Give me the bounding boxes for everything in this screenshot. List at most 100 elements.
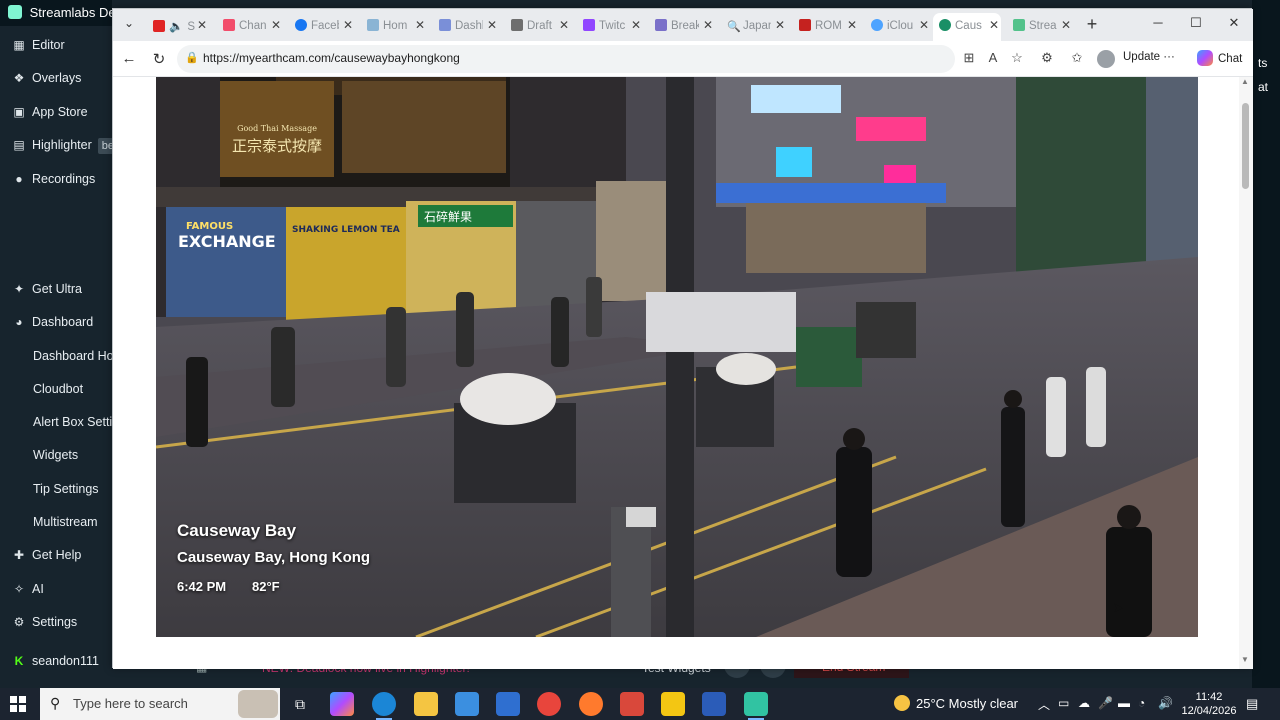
sidebar-item-widgets[interactable]: Widgets bbox=[0, 442, 112, 470]
tab-twitch[interactable]: Twitc ✕ bbox=[577, 13, 643, 39]
clock-date: 12/04/2026 bbox=[1181, 705, 1237, 717]
edge-taskbar-icon[interactable] bbox=[372, 692, 396, 720]
settings-icon: ⚙ bbox=[13, 615, 25, 629]
tray-app-icon[interactable]: ▭ bbox=[1058, 696, 1069, 710]
firefox-icon[interactable] bbox=[579, 692, 603, 716]
site-info-icon[interactable]: 🔒 bbox=[185, 51, 199, 65]
close-window-button[interactable]: ✕ bbox=[1219, 15, 1249, 35]
sidebar-item-get-ultra[interactable]: ✦ Get Ultra bbox=[0, 276, 112, 304]
webcam-feed[interactable]: 正宗泰式按摩 Good Thai Massage EXCHANGE FAMOUS… bbox=[156, 77, 1198, 637]
refresh-button[interactable]: ↻ bbox=[149, 50, 169, 68]
minimize-button[interactable]: ─ bbox=[1143, 15, 1173, 35]
favorites-icon[interactable]: ✩ bbox=[1067, 50, 1087, 68]
brave-icon[interactable] bbox=[620, 692, 644, 716]
sidebar-item-settings[interactable]: ⚙ Settings bbox=[0, 609, 112, 637]
battery-icon[interactable]: ▬ bbox=[1118, 696, 1130, 710]
close-tab-icon[interactable]: ✕ bbox=[559, 18, 569, 32]
tab-japan[interactable]: 🔍Japan✕ bbox=[721, 13, 787, 39]
close-tab-icon[interactable]: ✕ bbox=[847, 18, 857, 32]
update-button[interactable]: Update ··· bbox=[1123, 51, 1175, 63]
chrome-icon[interactable] bbox=[537, 692, 561, 716]
close-tab-icon[interactable]: ✕ bbox=[197, 18, 207, 32]
tab-home[interactable]: Hom ✕ bbox=[361, 13, 427, 39]
close-tab-icon[interactable]: ✕ bbox=[271, 18, 281, 32]
close-tab-icon[interactable]: ✕ bbox=[415, 18, 425, 32]
channel-icon bbox=[223, 19, 235, 31]
tab-icloud[interactable]: iClou ✕ bbox=[865, 13, 931, 39]
tab-rom[interactable]: ROM ✕ bbox=[793, 13, 859, 39]
sidebar-item-alert-box-settings[interactable]: Alert Box Settin bbox=[0, 409, 112, 437]
file-explorer-icon[interactable] bbox=[414, 692, 438, 716]
tab-break[interactable]: Break ✕ bbox=[649, 13, 715, 39]
tab-channel[interactable]: Chan ✕ bbox=[217, 13, 283, 39]
copilot-chat-button[interactable]: Chat bbox=[1197, 50, 1242, 66]
close-tab-icon[interactable]: ✕ bbox=[989, 18, 999, 32]
tab-causeway-bay[interactable]: Caus ✕ bbox=[933, 13, 1001, 41]
page-scrollbar[interactable]: ▲ ▼ bbox=[1239, 77, 1253, 669]
microphone-icon[interactable]: 🎤 bbox=[1098, 696, 1113, 710]
copilot-taskbar-icon[interactable] bbox=[330, 692, 354, 716]
sticky-notes-icon[interactable] bbox=[661, 692, 685, 716]
facebook-icon bbox=[295, 19, 307, 31]
word-icon[interactable] bbox=[702, 692, 726, 716]
volume-icon[interactable]: 🔊 bbox=[1158, 696, 1173, 710]
close-tab-icon[interactable]: ✕ bbox=[775, 18, 785, 32]
sidebar-item-editor[interactable]: ▦ Editor bbox=[0, 32, 112, 60]
sidebar-item-dashboard[interactable]: ◕ Dashboard bbox=[0, 309, 112, 337]
sidebar-item-multistream[interactable]: Multistream bbox=[0, 509, 112, 537]
sidebar-item-dashboard-home[interactable]: Dashboard Hor bbox=[0, 343, 112, 371]
scroll-up-icon[interactable]: ▲ bbox=[1241, 77, 1249, 86]
close-tab-icon[interactable]: ✕ bbox=[631, 18, 641, 32]
tab-actions-chevron-icon[interactable]: ⌄ bbox=[119, 16, 139, 34]
notifications-icon[interactable]: ▤ bbox=[1246, 696, 1258, 712]
windows-start-button[interactable] bbox=[10, 696, 26, 712]
maximize-button[interactable]: ☐ bbox=[1181, 15, 1211, 35]
scrollbar-thumb[interactable] bbox=[1242, 103, 1249, 189]
address-bar[interactable]: 🔒 https://myearthcam.com/causewaybayhong… bbox=[177, 45, 955, 73]
scroll-down-icon[interactable]: ▼ bbox=[1241, 655, 1249, 664]
taskbar-clock[interactable]: 11:42 12/04/2026 bbox=[1180, 690, 1238, 718]
sidebar-item-tip-settings[interactable]: Tip Settings bbox=[0, 476, 112, 504]
close-tab-icon[interactable]: ✕ bbox=[919, 18, 929, 32]
close-tab-icon[interactable]: ✕ bbox=[1061, 18, 1071, 32]
tray-chevron-icon[interactable]: ︿ bbox=[1038, 696, 1050, 713]
task-view-icon[interactable]: ⧉ bbox=[288, 692, 312, 716]
weather-widget[interactable]: 25°C Mostly clear bbox=[894, 695, 1018, 711]
streamlabs-taskbar-icon[interactable] bbox=[744, 692, 768, 720]
tab-drafts[interactable]: Draft ✕ bbox=[505, 13, 571, 39]
wifi-icon[interactable]: ◔ bbox=[1138, 696, 1145, 710]
app-available-icon[interactable]: ⊞ bbox=[959, 50, 979, 68]
sidebar-item-app-store[interactable]: ▣ App Store bbox=[0, 99, 112, 127]
close-tab-icon[interactable]: ✕ bbox=[343, 18, 353, 32]
close-tab-icon[interactable]: ✕ bbox=[487, 18, 497, 32]
taskbar-search-box[interactable]: ⚲ Type here to search bbox=[40, 688, 280, 720]
profile-avatar[interactable] bbox=[1097, 50, 1115, 68]
sidebar-item-ai[interactable]: ✧ AI bbox=[0, 576, 112, 604]
sidebar-item-highlighter[interactable]: ▤ Highlighter be bbox=[0, 132, 112, 160]
favorite-star-icon[interactable]: ☆ bbox=[1007, 50, 1027, 68]
sidebar-item-cloudbot[interactable]: Cloudbot bbox=[0, 376, 112, 404]
store-icon[interactable] bbox=[455, 692, 479, 716]
streamlabs-title: Streamlabs De bbox=[29, 5, 112, 20]
outlook-icon[interactable] bbox=[496, 692, 520, 716]
sidebar-item-recordings[interactable]: ● Recordings bbox=[0, 166, 112, 194]
sidebar-item-overlays[interactable]: ❖ Overlays bbox=[0, 65, 112, 93]
extensions-icon[interactable]: ⚙ bbox=[1037, 50, 1057, 68]
tab-facebook[interactable]: Faceb✕ bbox=[289, 13, 355, 39]
close-tab-icon[interactable]: ✕ bbox=[703, 18, 713, 32]
gmail-icon bbox=[799, 19, 811, 31]
more-icon[interactable]: ··· bbox=[1163, 51, 1175, 63]
read-aloud-icon[interactable]: A bbox=[983, 50, 1003, 68]
tab-streamlabs[interactable]: Strea ✕ bbox=[1007, 13, 1073, 39]
onedrive-icon[interactable]: ☁ bbox=[1078, 696, 1090, 710]
search-icon: ⚲ bbox=[50, 695, 61, 711]
tab-youtube[interactable]: 🔈 S ✕ bbox=[147, 13, 209, 39]
back-button[interactable]: ← bbox=[119, 50, 139, 68]
sidebar-item-get-help[interactable]: ✚ Get Help bbox=[0, 542, 112, 570]
lemon-tea-sign: SHAKING LEMON TEA bbox=[292, 225, 400, 235]
camera-time: 6:42 PM bbox=[177, 579, 227, 594]
new-tab-button[interactable]: + bbox=[1081, 14, 1103, 36]
sidebar-item-account[interactable]: Kseandon111 bbox=[0, 648, 112, 676]
copilot-icon bbox=[1197, 50, 1213, 66]
tab-dashboard[interactable]: Dashb✕ bbox=[433, 13, 499, 39]
